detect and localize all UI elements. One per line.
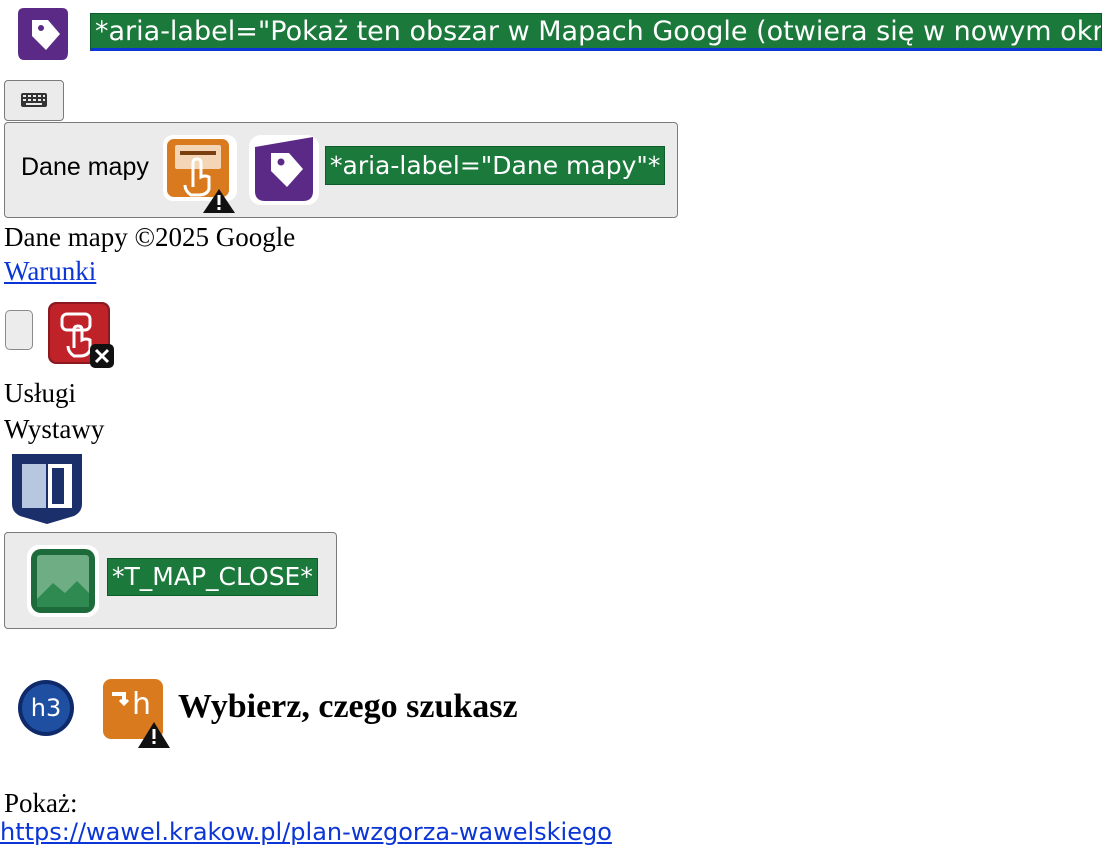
keyboard-icon: [21, 93, 47, 107]
map-data-button[interactable]: Dane mapy *aria-label="Dane mapy"*: [4, 122, 678, 218]
keyboard-shortcuts-button[interactable]: [4, 80, 64, 121]
terms-link[interactable]: Warunki: [4, 258, 96, 285]
missing-form-label-error-icon: [44, 300, 116, 372]
close-map-button[interactable]: *T_MAP_CLOSE*: [4, 532, 337, 629]
device-dependent-event-handler-alert-icon: [161, 131, 241, 213]
aria-label-tag-icon: [12, 4, 74, 66]
map-attribution-text: Dane mapy ©2025 Google: [4, 222, 296, 252]
filter-item-exhibitions[interactable]: Wystawy: [4, 416, 104, 443]
heading-level-h3-icon: h3: [14, 676, 78, 740]
map-data-label: Dane mapy: [21, 153, 149, 181]
show-label: Pokaż:: [4, 788, 78, 818]
aria-label-annotation: *aria-label="Pokaż ten obszar w Mapach G…: [90, 13, 1102, 51]
section-heading: Wybierz, czego szukasz: [178, 688, 518, 725]
h3-badge-text: h3: [30, 694, 62, 722]
toggle-checkbox[interactable]: [5, 310, 33, 350]
possible-heading-alert-icon: h: [98, 674, 174, 748]
aria-label-tag-icon: [247, 133, 321, 207]
filter-item-services[interactable]: Usługi: [4, 380, 76, 407]
status-bar-url: https://wawel.krakow.pl/plan-wzgorza-waw…: [0, 818, 612, 846]
image-alt-icon: [25, 543, 101, 619]
aria-tablist-icon: [10, 454, 84, 524]
aria-label-annotation: *aria-label="Dane mapy"*: [325, 146, 666, 185]
aria-label-annotation: *T_MAP_CLOSE*: [107, 558, 318, 596]
